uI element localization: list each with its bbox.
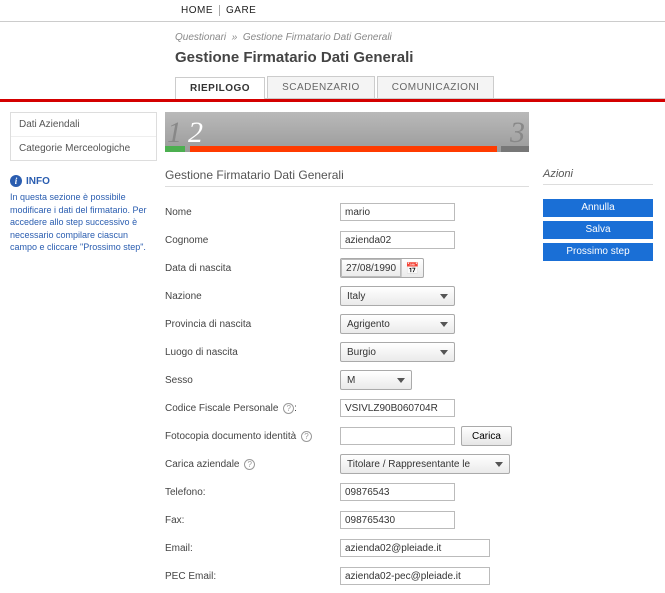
step-bar-next [501, 146, 529, 152]
label-email: Email: [165, 543, 340, 554]
sidemenu-dati-aziendali[interactable]: Dati Aziendali [11, 113, 156, 137]
breadcrumb-sep: » [229, 32, 243, 43]
help-icon[interactable]: ? [244, 459, 255, 470]
label-telefono: Telefono: [165, 487, 340, 498]
select-nazione[interactable]: Italy [340, 286, 455, 306]
label-sesso: Sesso [165, 375, 340, 386]
select-luogo[interactable]: Burgio [340, 342, 455, 362]
breadcrumb-current: Gestione Firmatario Dati Generali [243, 32, 392, 43]
input-cf[interactable] [340, 399, 455, 417]
input-fax[interactable] [340, 511, 455, 529]
nav-gare[interactable]: GARE [220, 5, 262, 16]
input-nome[interactable] [340, 203, 455, 221]
info-body: In questa sezione è possibile modificare… [10, 191, 157, 254]
breadcrumb: Questionari » Gestione Firmatario Dati G… [0, 22, 665, 47]
breadcrumb-parent[interactable]: Questionari [175, 32, 226, 43]
label-luogo: Luogo di nascita [165, 347, 340, 358]
input-cognome[interactable] [340, 231, 455, 249]
step-bar-done [165, 146, 185, 152]
input-email[interactable] [340, 539, 490, 557]
select-provincia[interactable]: Agrigento [340, 314, 455, 334]
label-nome: Nome [165, 207, 340, 218]
label-cognome: Cognome [165, 235, 340, 246]
step-indicator: 1 2 3 [165, 112, 529, 152]
label-cf: Codice Fiscale Personale ?: [165, 403, 340, 414]
label-data-nascita: Data di nascita [165, 263, 340, 274]
input-data-nascita[interactable] [341, 259, 401, 277]
actions-label: Azioni [543, 168, 573, 180]
sidemenu-categorie[interactable]: Categorie Merceologiche [11, 137, 156, 160]
tab-riepilogo[interactable]: RIEPILOGO [175, 77, 265, 99]
tab-comunicazioni[interactable]: COMUNICAZIONI [377, 76, 495, 98]
label-doc: Fotocopia documento identità ? [165, 431, 340, 442]
save-button[interactable]: Salva [543, 221, 653, 239]
info-title: INFO [26, 176, 50, 187]
help-icon[interactable]: ? [301, 431, 312, 442]
divider [165, 186, 529, 187]
info-icon: i [10, 175, 22, 187]
upload-button[interactable]: Carica [461, 426, 512, 446]
info-box: i INFO In questa sezione è possibile mod… [10, 175, 157, 254]
input-telefono[interactable] [340, 483, 455, 501]
step-bar-current [190, 146, 497, 152]
label-carica: Carica aziendale ? [165, 459, 340, 470]
divider [543, 184, 653, 185]
label-provincia: Provincia di nascita [165, 319, 340, 330]
label-nazione: Nazione [165, 291, 340, 302]
label-pec: PEC Email: [165, 571, 340, 582]
select-carica[interactable]: Titolare / Rappresentante le [340, 454, 510, 474]
input-doc[interactable] [340, 427, 455, 445]
calendar-icon[interactable]: 📅 [401, 259, 423, 277]
section-title: Gestione Firmatario Dati Generali [165, 168, 344, 182]
help-icon[interactable]: ? [283, 403, 294, 414]
side-menu: Dati Aziendali Categorie Merceologiche [10, 112, 157, 161]
tab-scadenzario[interactable]: SCADENZARIO [267, 76, 375, 98]
top-nav: HOME GARE [0, 0, 665, 22]
cancel-button[interactable]: Annulla [543, 199, 653, 217]
page-title: Gestione Firmatario Dati Generali [0, 47, 665, 76]
select-sesso[interactable]: M [340, 370, 412, 390]
nav-home[interactable]: HOME [175, 5, 220, 16]
next-step-button[interactable]: Prossimo step [543, 243, 653, 261]
tab-bar: RIEPILOGO SCADENZARIO COMUNICAZIONI [175, 76, 665, 99]
input-pec[interactable] [340, 567, 490, 585]
label-fax: Fax: [165, 515, 340, 526]
